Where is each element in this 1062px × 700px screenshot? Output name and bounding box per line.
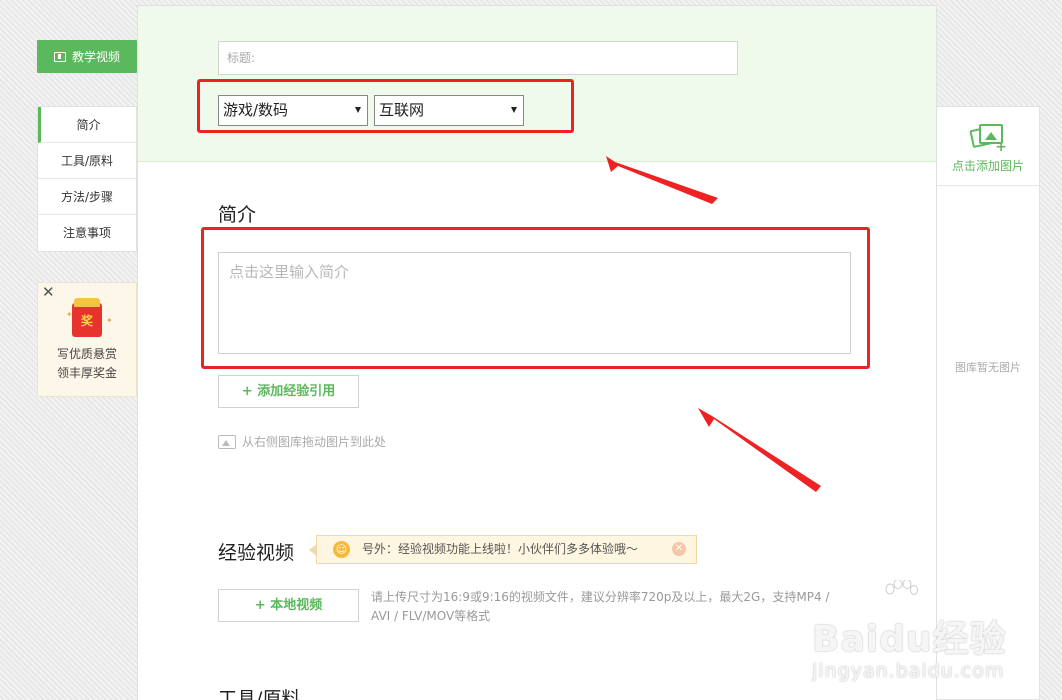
- nav-item-intro[interactable]: 简介: [38, 107, 136, 143]
- video-notice-banner: ☺ 号外：经验视频功能上线啦！小伙伴们多多体验哦～ ✕: [309, 535, 697, 564]
- teaching-video-label: 教学视频: [71, 50, 120, 64]
- category-primary-select[interactable]: 游戏/数码: [218, 95, 368, 126]
- drag-image-hint: 从右侧图库拖动图片到此处: [218, 433, 386, 450]
- arrow-down-icon: [355, 107, 361, 113]
- add-image-label: 点击添加图片: [951, 159, 1024, 173]
- reward-card[interactable]: ✕ ✦ ✦ 奖 写优质悬赏 领丰厚奖金: [37, 282, 137, 397]
- title-category-section: 标题: 游戏/数码 互联网: [138, 6, 936, 162]
- arrow-down-icon: [511, 107, 517, 113]
- red-envelope-icon: 奖: [72, 298, 102, 337]
- notice-text: 号外：经验视频功能上线啦！小伙伴们多多体验哦～: [362, 542, 639, 556]
- local-video-button[interactable]: + 本地视频: [218, 589, 359, 622]
- paw-icon: [885, 580, 918, 595]
- empty-gallery-text: 图库暂无图片: [955, 361, 1021, 374]
- tools-heading: 工具/原料: [218, 688, 301, 700]
- category-secondary-value: 互联网: [379, 101, 425, 119]
- nav-item-notes[interactable]: 注意事项: [38, 215, 136, 251]
- video-heading: 经验视频: [218, 542, 295, 564]
- category-primary-value: 游戏/数码: [223, 101, 289, 119]
- sparkle-icon: ✦: [106, 316, 113, 325]
- image-add-icon: +: [969, 124, 1007, 154]
- watermark-url: jingyan.baidu.com: [812, 660, 1005, 682]
- film-icon: [53, 51, 66, 62]
- category-secondary-select[interactable]: 互联网: [374, 95, 524, 126]
- nav-item-tools[interactable]: 工具/原料: [38, 143, 136, 179]
- left-nav: 简介 工具/原料 方法/步骤 注意事项: [37, 106, 137, 252]
- image-icon: [218, 434, 236, 449]
- add-image-button[interactable]: + 点击添加图片: [937, 107, 1039, 186]
- smile-icon: ☺: [333, 541, 350, 558]
- reward-text-line2: 领丰厚奖金: [56, 366, 117, 380]
- intro-heading: 简介: [218, 204, 257, 226]
- teaching-video-button[interactable]: 教学视频: [37, 40, 137, 73]
- close-icon[interactable]: ✕: [42, 283, 55, 302]
- baidu-watermark: Baidu经验 jingyan.baidu.com: [812, 580, 1022, 683]
- drag-image-hint-text: 从右侧图库拖动图片到此处: [242, 435, 387, 449]
- notice-close-icon[interactable]: ✕: [672, 542, 686, 556]
- nav-item-steps[interactable]: 方法/步骤: [38, 179, 136, 215]
- video-upload-hint: 请上传尺寸为16:9或9:16的视频文件，建议分辨率720p及以上，最大2G，支…: [371, 590, 830, 623]
- watermark-brand: Baidu经验: [812, 619, 1007, 660]
- title-input[interactable]: 标题:: [218, 41, 738, 75]
- intro-textarea[interactable]: 点击这里输入简介: [218, 252, 851, 354]
- add-reference-button[interactable]: + 添加经验引用: [218, 375, 359, 408]
- reward-text-line1: 写优质悬赏: [56, 347, 117, 361]
